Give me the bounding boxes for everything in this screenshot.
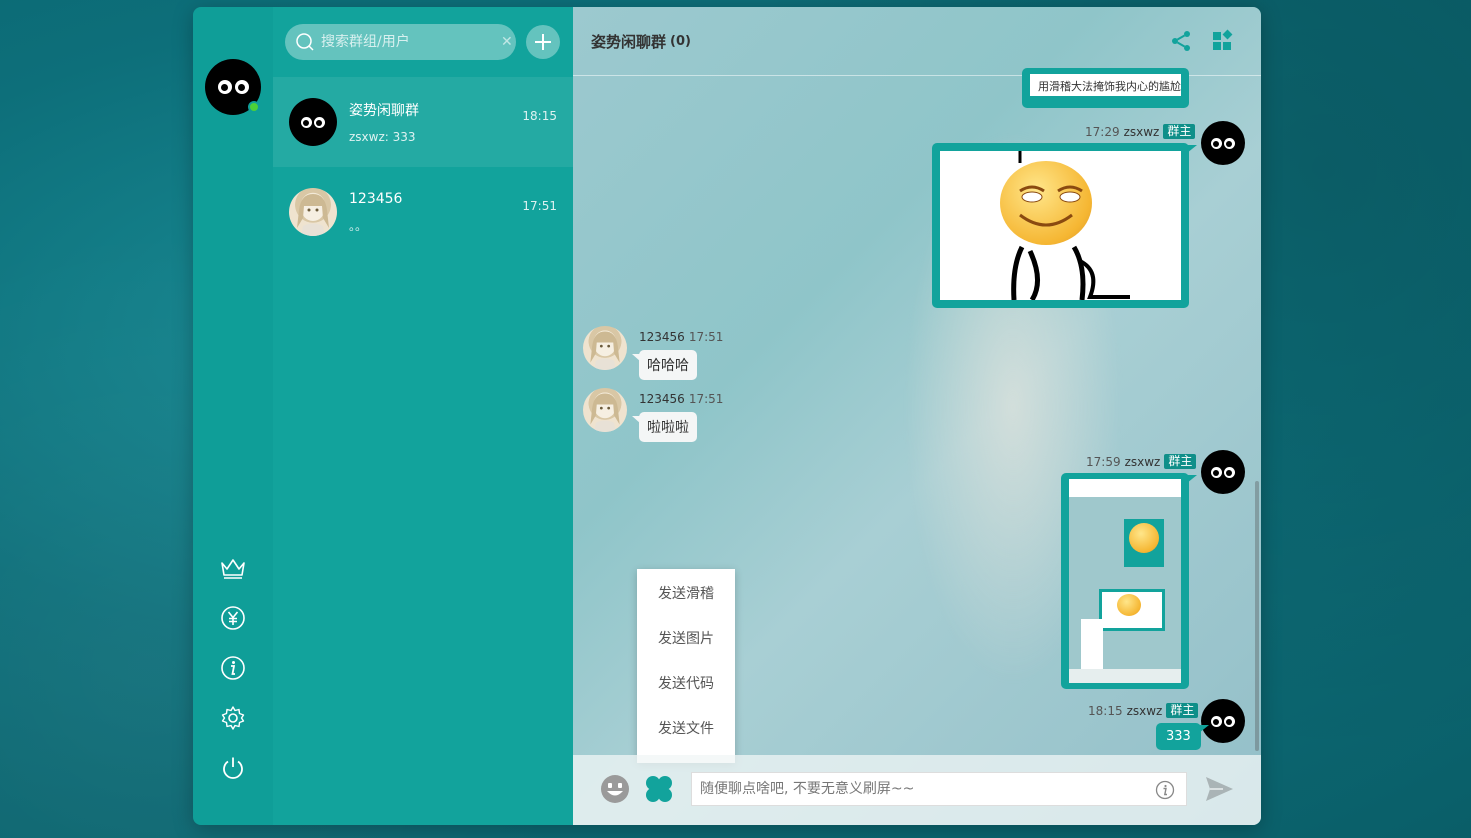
search-input[interactable] bbox=[321, 34, 495, 50]
chat-app-window: ✕ 姿势闲聊群 zsxwz: 333 18:15 123456 。。 bbox=[193, 7, 1261, 825]
conversation-item[interactable]: 姿势闲聊群 zsxwz: 333 18:15 bbox=[273, 77, 573, 167]
owner-badge: 群主 bbox=[1163, 124, 1196, 139]
text-message[interactable]: 啦啦啦 bbox=[632, 412, 697, 442]
menu-item-send-image[interactable]: 发送图片 bbox=[637, 628, 735, 673]
cut-message-text: 用滑稽大法掩饰我内心的尴尬 bbox=[1038, 80, 1181, 93]
conversation-list: ✕ 姿势闲聊群 zsxwz: 333 18:15 123456 。。 bbox=[273, 7, 573, 825]
power-icon[interactable] bbox=[217, 752, 249, 784]
conversation-time: 18:15 bbox=[522, 109, 557, 123]
online-status-dot bbox=[248, 101, 260, 113]
emoji-icon[interactable] bbox=[599, 773, 631, 805]
input-info-icon[interactable] bbox=[1155, 780, 1175, 800]
message-meta: 18:15 zsxwz 群主 bbox=[1088, 703, 1199, 718]
feature-popup-menu: 发送滑稽 发送图片 发送代码 发送文件 bbox=[637, 569, 735, 763]
chat-title: 姿势闲聊群 bbox=[591, 32, 667, 51]
input-bar bbox=[573, 755, 1261, 825]
chat-header: 姿势闲聊群 (0) bbox=[573, 7, 1261, 76]
message-input[interactable] bbox=[691, 772, 1187, 806]
conversation-last-message: zsxwz: 333 bbox=[349, 130, 416, 144]
clear-search-icon[interactable]: ✕ bbox=[501, 34, 513, 50]
menu-item-send-code[interactable]: 发送代码 bbox=[637, 673, 735, 718]
message-meta: 17:59 zsxwz 群主 bbox=[1086, 454, 1197, 469]
chat-panel: 姿势闲聊群 (0) 用滑稽大法掩饰我内心的尴尬 17:29 zsxwz 群主 1… bbox=[573, 7, 1261, 825]
conversation-item[interactable]: 123456 。。 17:51 bbox=[273, 167, 573, 257]
text-message[interactable]: 哈哈哈 bbox=[632, 350, 697, 380]
avatar[interactable] bbox=[583, 388, 627, 432]
conversation-time: 17:51 bbox=[522, 199, 557, 213]
owner-badge: 群主 bbox=[1166, 703, 1199, 718]
message-meta: 17:29 zsxwz 群主 bbox=[1085, 124, 1196, 139]
my-avatar[interactable] bbox=[205, 59, 261, 115]
add-group-button[interactable] bbox=[526, 25, 560, 59]
search-icon bbox=[296, 33, 314, 51]
gear-icon[interactable] bbox=[217, 702, 249, 734]
info-icon[interactable] bbox=[217, 652, 249, 684]
plus-icon bbox=[535, 34, 551, 50]
search-box: ✕ bbox=[285, 24, 516, 60]
menu-item-send-funny[interactable]: 发送滑稽 bbox=[637, 583, 735, 628]
message-bubble-cut: 用滑稽大法掩饰我内心的尴尬 bbox=[1022, 68, 1189, 108]
avatar bbox=[289, 98, 337, 146]
yuan-icon[interactable] bbox=[217, 602, 249, 634]
send-icon[interactable] bbox=[1203, 773, 1235, 805]
widgets-icon[interactable] bbox=[1211, 29, 1235, 53]
funny-face-image[interactable] bbox=[940, 151, 1181, 300]
avatar[interactable] bbox=[1201, 450, 1245, 494]
avatar bbox=[289, 188, 337, 236]
image-message[interactable] bbox=[1061, 473, 1197, 689]
share-icon[interactable] bbox=[1169, 29, 1193, 53]
screenshot-thumbnail-image[interactable] bbox=[1069, 479, 1181, 683]
conversation-last-message: 。。 bbox=[349, 218, 368, 233]
text-message[interactable]: 333 bbox=[1156, 723, 1209, 750]
left-rail bbox=[193, 7, 273, 825]
image-message[interactable] bbox=[932, 143, 1197, 308]
avatar[interactable] bbox=[1201, 121, 1245, 165]
message-meta: 123456 17:51 bbox=[639, 330, 724, 344]
clover-features-icon[interactable] bbox=[643, 773, 675, 805]
message-meta: 123456 17:51 bbox=[639, 392, 724, 406]
scrollbar[interactable] bbox=[1255, 481, 1259, 751]
crown-icon[interactable] bbox=[217, 552, 249, 584]
owner-badge: 群主 bbox=[1164, 454, 1197, 469]
online-count: (0) bbox=[670, 33, 691, 49]
avatar[interactable] bbox=[1201, 699, 1245, 743]
avatar[interactable] bbox=[583, 326, 627, 370]
